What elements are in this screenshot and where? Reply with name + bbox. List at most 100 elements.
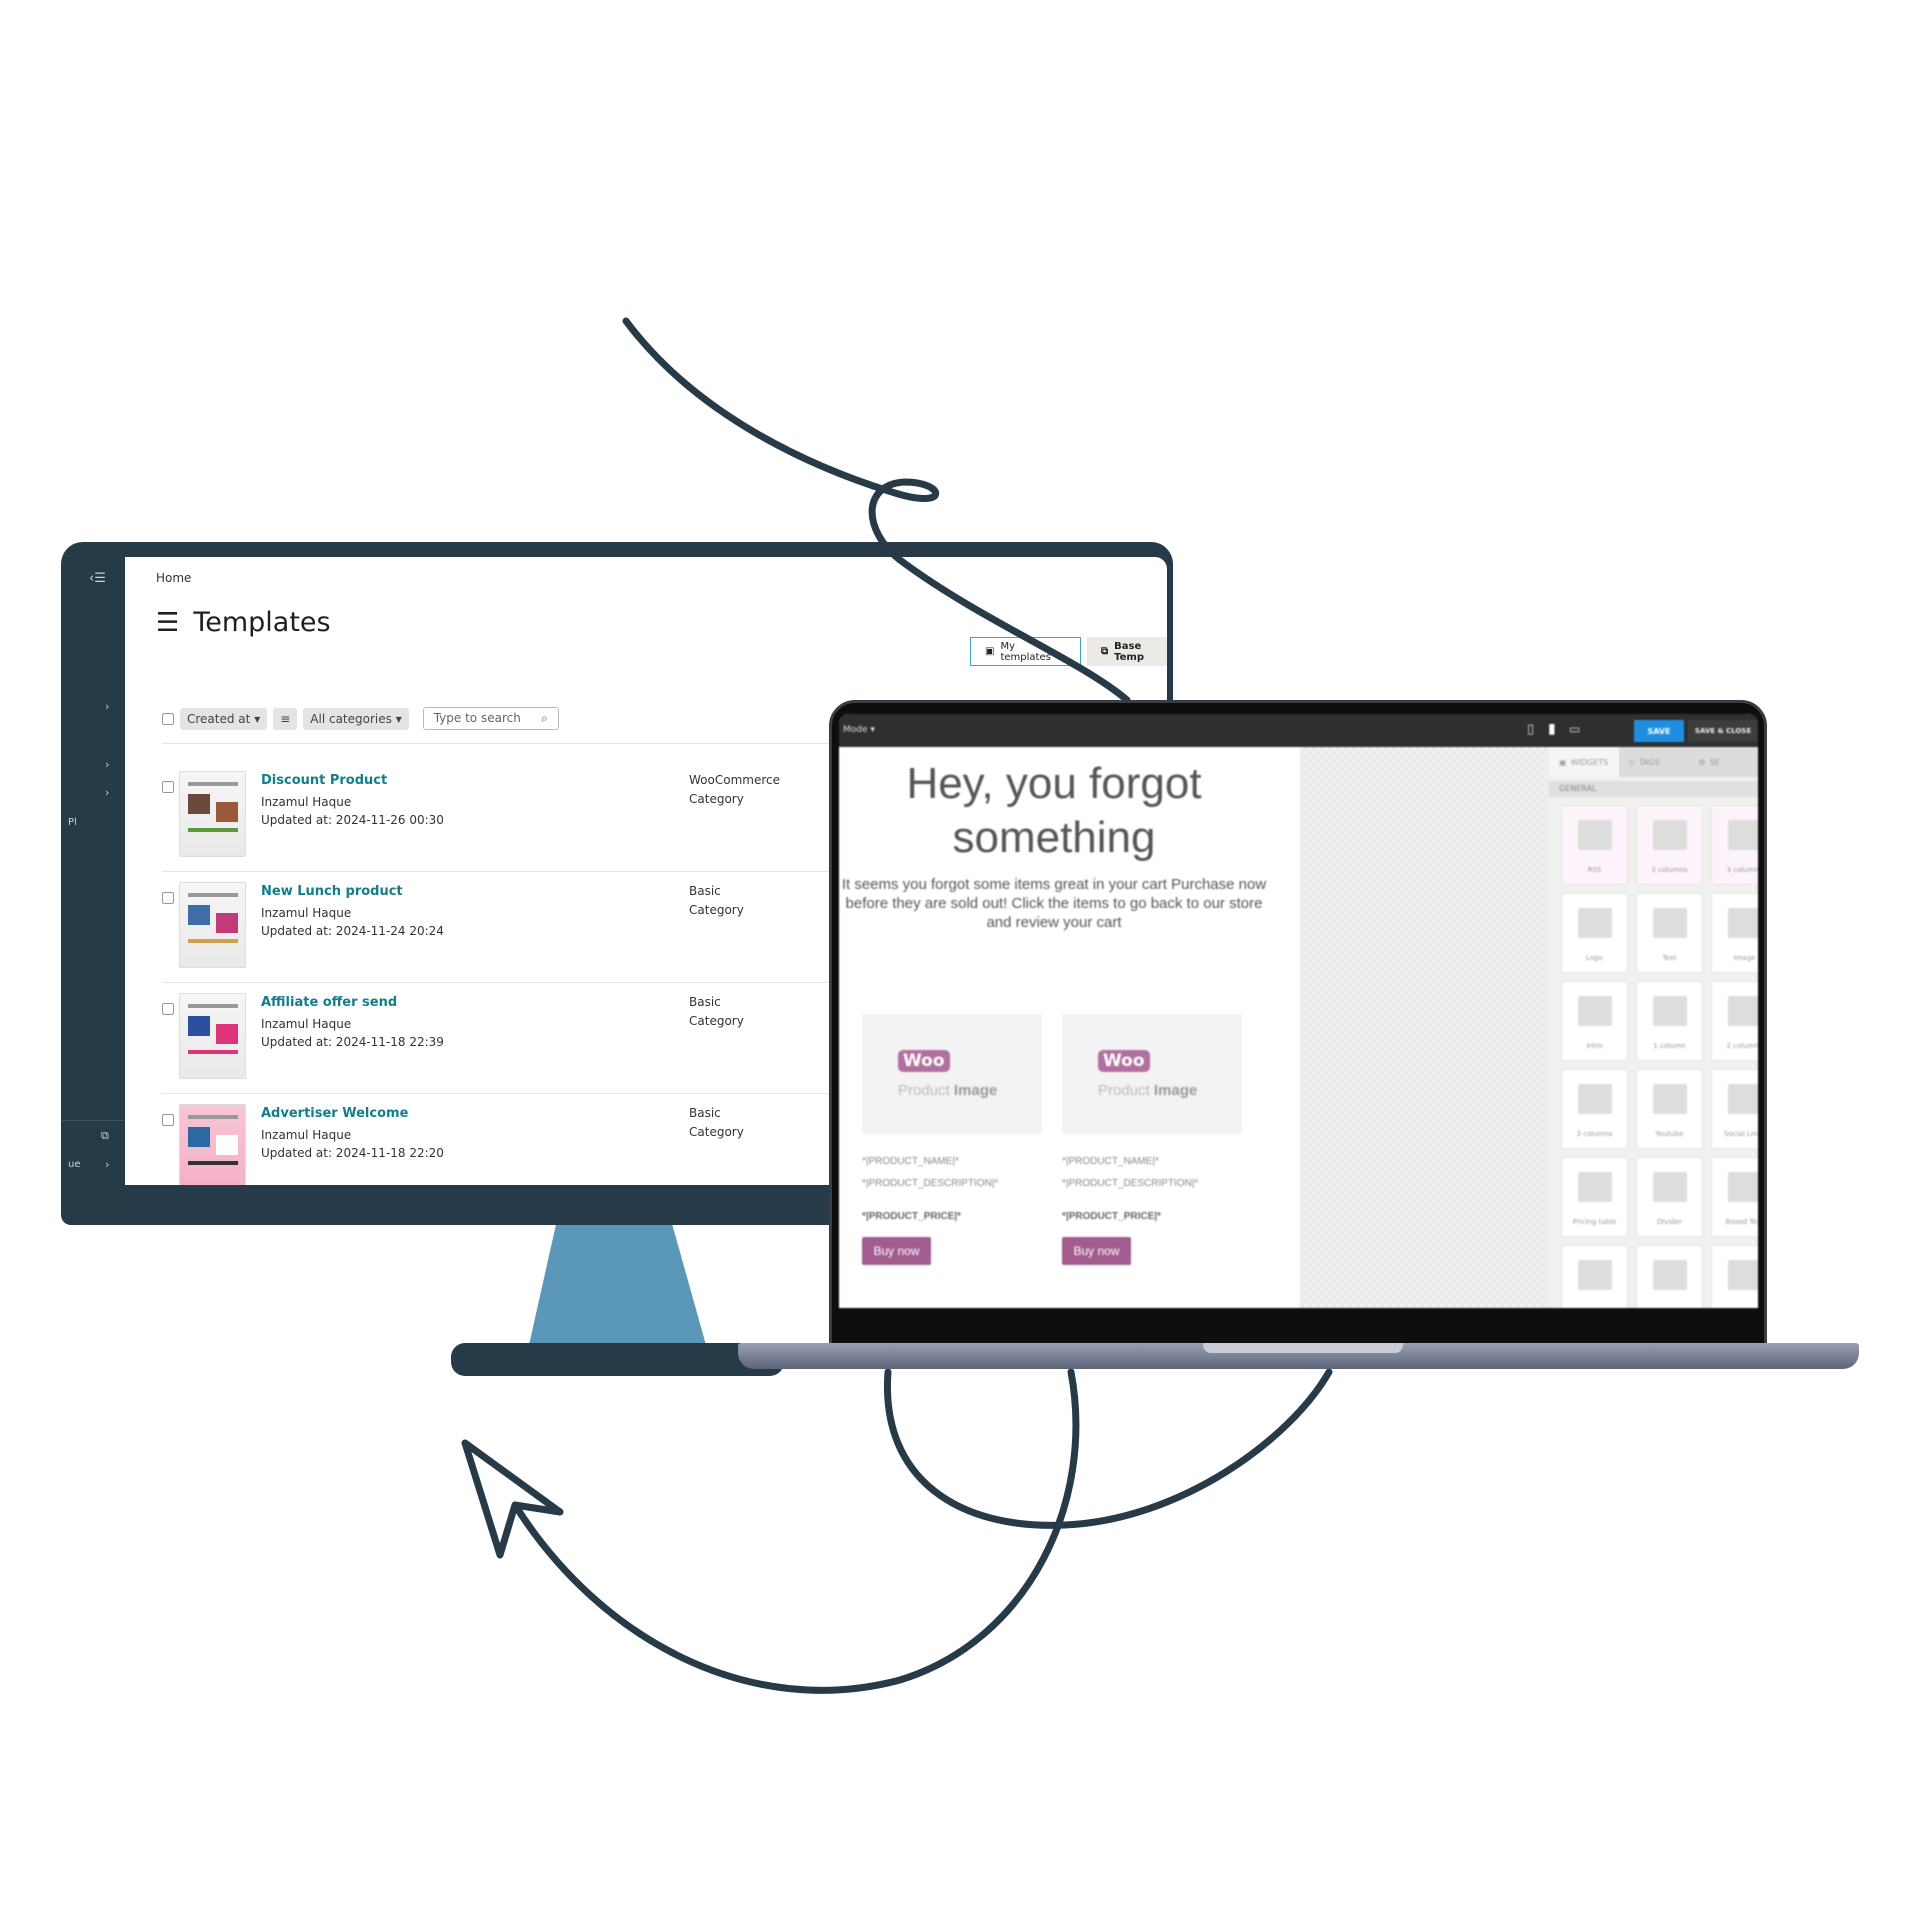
- breadcrumb[interactable]: Home: [156, 571, 191, 585]
- widget-tile[interactable]: [1561, 1245, 1628, 1308]
- tab-settings[interactable]: ⚙ SE: [1688, 747, 1758, 777]
- email-paragraph: It seems you forgot some items great in …: [841, 876, 1267, 931]
- category-label: All categories: [310, 711, 392, 726]
- template-category: Basic Category: [689, 882, 744, 920]
- widget-tile[interactable]: 1 column: [1636, 981, 1703, 1061]
- template-thumbnail[interactable]: [179, 771, 246, 857]
- widget-tile[interactable]: [1636, 1245, 1703, 1308]
- widget-icon: [1653, 996, 1687, 1026]
- woo-logo: Woo: [1098, 1050, 1150, 1072]
- widget-grid: RSS 2 columns 3 columns Logo Text Image Intro 1…: [1561, 805, 1758, 1308]
- collapse-sidebar-icon[interactable]: ‹☰: [89, 571, 106, 586]
- template-updated: Updated at: 2024-11-18 22:39: [261, 1035, 444, 1049]
- widget-tile[interactable]: [1711, 1245, 1758, 1308]
- sidebar-label: ue: [68, 1159, 81, 1170]
- chevron-right-icon[interactable]: ›: [105, 786, 109, 799]
- template-updated: Updated at: 2024-11-18 22:20: [261, 1146, 444, 1160]
- image-icon: ▣: [985, 646, 995, 657]
- woo-logo: Woo: [898, 1050, 950, 1072]
- widget-tile[interactable]: Image: [1711, 893, 1758, 973]
- template-name[interactable]: Discount Product: [261, 773, 387, 788]
- mobile-view-icon[interactable]: ▯: [1527, 722, 1534, 737]
- widget-icon: [1653, 908, 1687, 938]
- tab-tags[interactable]: ◇ TAGS: [1618, 747, 1689, 777]
- widget-tile[interactable]: 3 columns: [1561, 1069, 1628, 1149]
- widget-tile[interactable]: Text: [1636, 893, 1703, 973]
- widget-tile[interactable]: Social Links: [1711, 1069, 1758, 1149]
- email-heading: Hey, you forgot something: [906, 759, 1202, 862]
- widget-tile[interactable]: Divider: [1636, 1157, 1703, 1237]
- desktop-view-icon[interactable]: ▭: [1569, 722, 1580, 736]
- category-dropdown[interactable]: All categories ▾: [303, 707, 409, 730]
- tab-my-templates[interactable]: ▣ My templates: [970, 637, 1081, 666]
- widget-label: 2 columns: [1726, 1042, 1758, 1050]
- product-image-label: Product Image: [1098, 1082, 1197, 1099]
- widget-tile[interactable]: 2 columns: [1636, 805, 1703, 885]
- row-checkbox[interactable]: [162, 892, 174, 904]
- widget-icon: [1578, 1172, 1612, 1202]
- widget-tile[interactable]: 3 columns: [1711, 805, 1758, 885]
- template-updated: Updated at: 2024-11-26 00:30: [261, 813, 444, 827]
- row-checkbox[interactable]: [162, 781, 174, 793]
- widget-icon: [1653, 1172, 1687, 1202]
- template-thumbnail[interactable]: [179, 882, 246, 968]
- template-name[interactable]: New Lunch product: [261, 884, 403, 899]
- category-suffix: Category: [689, 1125, 744, 1139]
- template-name[interactable]: Affiliate offer send: [261, 995, 397, 1010]
- laptop: Mode ▾ ▯ ▮ ▭ SAVE SAVE & CLOSE Hey, you …: [829, 700, 1767, 1347]
- select-all-checkbox[interactable]: [162, 712, 174, 725]
- widget-label: Intro: [1586, 1042, 1603, 1050]
- widget-tile[interactable]: Pricing table: [1561, 1157, 1628, 1237]
- gallery-icon: ⧉: [1101, 646, 1109, 657]
- widgets-icon: ▣: [1559, 757, 1567, 767]
- tab-label: SE: [1709, 757, 1720, 767]
- widget-icon: [1728, 1172, 1758, 1202]
- tab-label: WIDGETS: [1570, 757, 1609, 767]
- sort-order-button[interactable]: ≡: [273, 707, 298, 730]
- template-thumbnail[interactable]: [179, 1104, 246, 1185]
- template-author: Inzamul Haque: [261, 1017, 352, 1031]
- product-image-placeholder: Woo Product Image: [1062, 1014, 1242, 1134]
- product-name: *|PRODUCT_NAME|*: [862, 1156, 959, 1167]
- tab-widgets[interactable]: ▣ WIDGETS: [1549, 747, 1619, 777]
- widget-icon: [1653, 820, 1687, 850]
- buy-now-button[interactable]: Buy now: [1062, 1237, 1131, 1265]
- chevron-right-icon[interactable]: ›: [105, 758, 109, 771]
- template-thumbnail[interactable]: [179, 993, 246, 1079]
- template-name[interactable]: Advertiser Welcome: [261, 1106, 408, 1121]
- chevron-right-icon[interactable]: ›: [105, 1158, 109, 1171]
- widget-label: Social Links: [1724, 1130, 1758, 1138]
- chevron-right-icon[interactable]: ›: [105, 700, 109, 713]
- sort-dropdown[interactable]: Created at ▾: [180, 707, 268, 730]
- widget-tile[interactable]: RSS: [1561, 805, 1628, 885]
- row-checkbox[interactable]: [162, 1114, 174, 1126]
- widget-icon: [1728, 820, 1758, 850]
- widget-icon: [1728, 908, 1758, 938]
- template-category: WooCommerce Category: [689, 771, 780, 809]
- template-meta: Inzamul Haque Updated at: 2024-11-24 20:2…: [261, 904, 444, 940]
- save-close-button[interactable]: SAVE & CLOSE: [1688, 720, 1758, 742]
- widget-icon: [1578, 908, 1612, 938]
- widget-tile[interactable]: Intro: [1561, 981, 1628, 1061]
- widget-tile[interactable]: Boxed Text: [1711, 1157, 1758, 1237]
- external-link-icon[interactable]: ⧉: [101, 1129, 109, 1143]
- row-checkbox[interactable]: [162, 1003, 174, 1015]
- sort-label: Created at: [187, 711, 251, 726]
- widget-label: 1 column: [1653, 1042, 1686, 1050]
- widgets-panel: ▣ WIDGETS ◇ TAGS ⚙ SE GENERAL RSS 2 columns 3…: [1549, 747, 1758, 1308]
- widget-icon: [1653, 1260, 1687, 1290]
- widget-tile[interactable]: Logo: [1561, 893, 1628, 973]
- list-icon: ☰: [156, 607, 180, 638]
- tablet-view-icon[interactable]: ▮: [1548, 721, 1556, 737]
- mode-dropdown[interactable]: Mode ▾: [843, 725, 875, 735]
- category-suffix: Category: [689, 792, 744, 806]
- widget-tile[interactable]: Youtube: [1636, 1069, 1703, 1149]
- search-input[interactable]: Type to search ⌕: [422, 707, 559, 730]
- buy-now-button[interactable]: Buy now: [862, 1237, 931, 1265]
- search-placeholder: Type to search: [433, 711, 521, 725]
- tab-base-templates[interactable]: ⧉ Base Temp: [1087, 637, 1167, 666]
- save-button[interactable]: SAVE: [1634, 720, 1684, 742]
- widget-tile[interactable]: 2 columns: [1711, 981, 1758, 1061]
- template-author: Inzamul Haque: [261, 795, 352, 809]
- widget-icon: [1578, 1260, 1612, 1290]
